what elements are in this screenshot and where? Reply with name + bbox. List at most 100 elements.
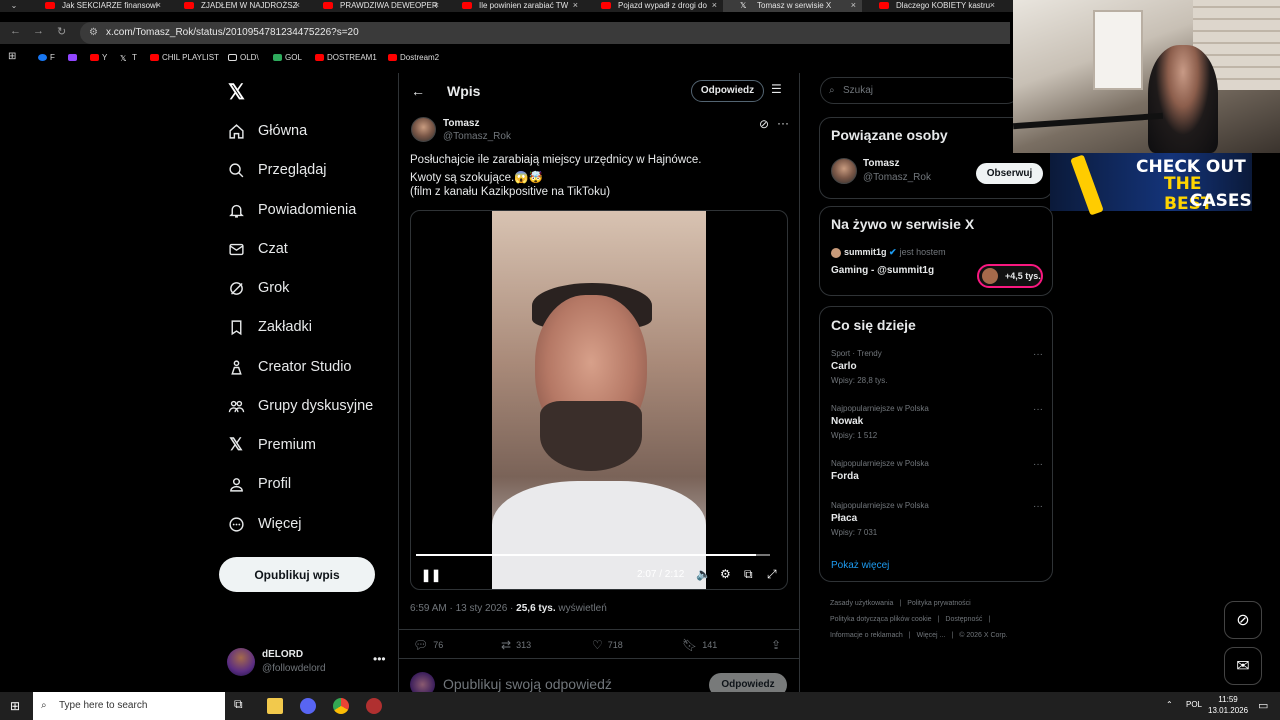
author-avatar[interactable] — [411, 117, 436, 142]
bookmark-item[interactable]: CHIL PLAYLIST — [150, 53, 219, 62]
bookmark-item[interactable]: F — [38, 53, 55, 62]
sidebar-item-explore[interactable]: Przeglądaj — [227, 155, 327, 185]
more-icon[interactable]: ··· — [1033, 501, 1043, 512]
more-icon[interactable]: ••• — [373, 652, 386, 666]
windows-start-icon[interactable]: ⊞ — [10, 699, 20, 713]
footer-link[interactable]: Dostępność — [945, 616, 982, 623]
back-arrow-icon[interactable]: ← — [411, 83, 425, 99]
video-progress-bar[interactable] — [416, 554, 770, 556]
sidebar-item-premium[interactable]: 𝕏 Premium — [227, 430, 316, 460]
x-logo-icon[interactable]: 𝕏 — [228, 80, 245, 105]
live-host[interactable]: summit1g ✔ jest hostem — [844, 247, 946, 258]
browser-tab[interactable]: ZJADŁEM W NAJDROŻSZ × — [167, 0, 306, 12]
obs-icon[interactable] — [366, 698, 382, 714]
sidebar-item-home[interactable]: Główna — [227, 116, 307, 146]
bookmark-item[interactable]: 𝕏T — [120, 53, 137, 63]
browser-tab-active[interactable]: 𝕏 Tomasz w serwisie X × — [723, 0, 862, 12]
bookmark-item[interactable]: GOL — [273, 53, 302, 62]
pip-icon[interactable]: ⧉ — [744, 567, 753, 582]
file-explorer-icon[interactable] — [267, 698, 283, 714]
messages-fab-icon[interactable]: ✉ — [1224, 647, 1262, 685]
show-more-link[interactable]: Pokaż więcej — [831, 560, 889, 571]
bookmark-folder[interactable]: OLD\ — [228, 53, 259, 62]
sidebar-item-chat[interactable]: Czat — [227, 234, 288, 264]
grok-icon[interactable]: ⊘ — [759, 117, 769, 131]
author-handle[interactable]: @Tomasz_Rok — [443, 131, 511, 142]
sliders-icon[interactable]: ☰ — [771, 82, 782, 96]
grok-fab-icon[interactable]: ⊘ — [1224, 601, 1262, 639]
share-action[interactable]: ⇪ — [771, 638, 786, 652]
footer-link[interactable]: Polityka prywatności — [907, 600, 970, 607]
forward-icon[interactable]: → — [33, 25, 44, 37]
live-stream-title[interactable]: Gaming - @summit1g — [831, 265, 934, 276]
notification-icon[interactable]: ▭ — [1258, 699, 1268, 712]
account-switcher[interactable]: dELORD @followdelord ••• — [227, 645, 387, 681]
footer-link[interactable]: Polityka dotycząca plików cookie — [830, 616, 932, 623]
trend-item[interactable]: Najpopularniejsze w Polska Płaca Wpisy: … — [831, 501, 1043, 551]
sidebar-item-grok[interactable]: Grok — [227, 273, 289, 303]
reload-icon[interactable]: ↻ — [57, 25, 66, 38]
more-icon[interactable]: ··· — [777, 116, 789, 130]
task-view-icon[interactable]: ⧉ — [234, 697, 250, 713]
trend-item[interactable]: Najpopularniejsze w Polska Nowak Wpisy: … — [831, 404, 1043, 454]
browser-tab[interactable]: Jak SEKCIARZE finansowi × — [28, 0, 167, 12]
settings-icon[interactable]: ⚙ — [720, 567, 731, 581]
bookmark-item[interactable]: DOSTREAM1 — [315, 53, 377, 62]
language-indicator[interactable]: POL — [1186, 700, 1202, 709]
close-icon[interactable]: × — [573, 0, 578, 11]
repost-action[interactable]: ⇄ 313 — [501, 638, 531, 652]
bookmark-action[interactable]: 🔖︎ 141 — [682, 638, 717, 652]
back-icon[interactable]: ← — [10, 25, 21, 37]
sidebar-item-more[interactable]: Więcej — [227, 509, 302, 539]
browser-tab[interactable]: Dlaczego KOBIETY kastru × — [862, 0, 1001, 12]
reply-action[interactable]: 💬︎ 76 — [413, 638, 443, 652]
close-icon[interactable]: × — [851, 0, 856, 11]
fullscreen-icon[interactable]: ⤢ — [767, 567, 777, 582]
sidebar-item-bookmarks[interactable]: Zakładki — [227, 312, 312, 342]
author-name[interactable]: Tomasz — [443, 118, 480, 129]
bookmark-item[interactable]: Y — [90, 53, 107, 62]
reply-header-button[interactable]: Odpowiedz — [691, 80, 764, 102]
chevron-up-icon[interactable]: ⌃ — [1166, 700, 1173, 709]
volume-icon[interactable]: 🔈 — [696, 567, 711, 581]
sidebar-item-creator-studio[interactable]: Creator Studio — [227, 352, 352, 382]
browser-tab[interactable]: Pojazd wypadł z drogi do × — [584, 0, 723, 12]
browser-tab[interactable]: PRAWDZIWA DEWEOPER × — [306, 0, 445, 12]
close-icon[interactable]: × — [712, 0, 717, 11]
tab-search-icon[interactable]: ⌄ — [0, 0, 28, 12]
close-icon[interactable]: × — [990, 0, 995, 11]
pause-icon[interactable]: ❚❚ — [421, 568, 441, 582]
related-name[interactable]: Tomasz — [863, 158, 900, 169]
chrome-icon[interactable] — [333, 698, 349, 714]
apps-icon[interactable]: ⊞ — [8, 51, 16, 62]
search-input[interactable]: ⌕ Szukaj — [820, 77, 1020, 104]
more-icon[interactable]: ··· — [1033, 349, 1043, 360]
sidebar-item-notifications[interactable]: Powiadomienia — [227, 195, 356, 225]
live-listeners-badge[interactable]: +4,5 tys. — [977, 264, 1043, 288]
footer-link[interactable]: Zasady użytkowania — [830, 600, 893, 607]
post-button[interactable]: Opublikuj wpis — [219, 557, 375, 592]
footer-link[interactable]: Więcej ... — [917, 632, 946, 639]
footer-link[interactable]: Informacje o reklamach — [830, 632, 903, 639]
browser-tab[interactable]: Ile powinien zarabiać TW × — [445, 0, 584, 12]
sidebar-item-communities[interactable]: Grupy dyskusyjne — [227, 391, 373, 421]
url-input[interactable]: ⚙ x.com/Tomasz_Rok/status/201095478123447… — [80, 22, 1010, 44]
trend-item[interactable]: Sport · Trendy Carlo Wpisy: 28,8 tys. ··… — [831, 349, 1043, 399]
more-icon[interactable]: ··· — [1033, 404, 1043, 415]
close-icon[interactable]: × — [295, 0, 300, 11]
more-icon[interactable]: ··· — [1033, 459, 1043, 470]
follow-button[interactable]: Obserwuj — [976, 163, 1043, 184]
avatar[interactable] — [831, 158, 857, 184]
video-player[interactable]: ❚❚ 2:07 / 2:12 🔈 ⚙ ⧉ ⤢ — [410, 210, 788, 590]
reply-submit-button[interactable]: Odpowiedz — [709, 673, 787, 693]
like-action[interactable]: ♡ 718 — [592, 638, 623, 652]
site-info-icon[interactable]: ⚙ — [89, 22, 98, 44]
discord-icon[interactable] — [300, 698, 316, 714]
twitch-icon[interactable] — [68, 53, 80, 62]
clock[interactable]: 11:59 13.01.2026 — [1208, 694, 1248, 716]
taskbar-search-input[interactable]: ⌕ Type here to search — [33, 692, 225, 720]
bookmark-item[interactable]: Dostream2 — [388, 53, 439, 62]
close-icon[interactable]: × — [434, 0, 439, 11]
reply-input[interactable]: Opublikuj swoją odpowiedź — [443, 676, 612, 692]
close-icon[interactable]: × — [156, 0, 161, 11]
